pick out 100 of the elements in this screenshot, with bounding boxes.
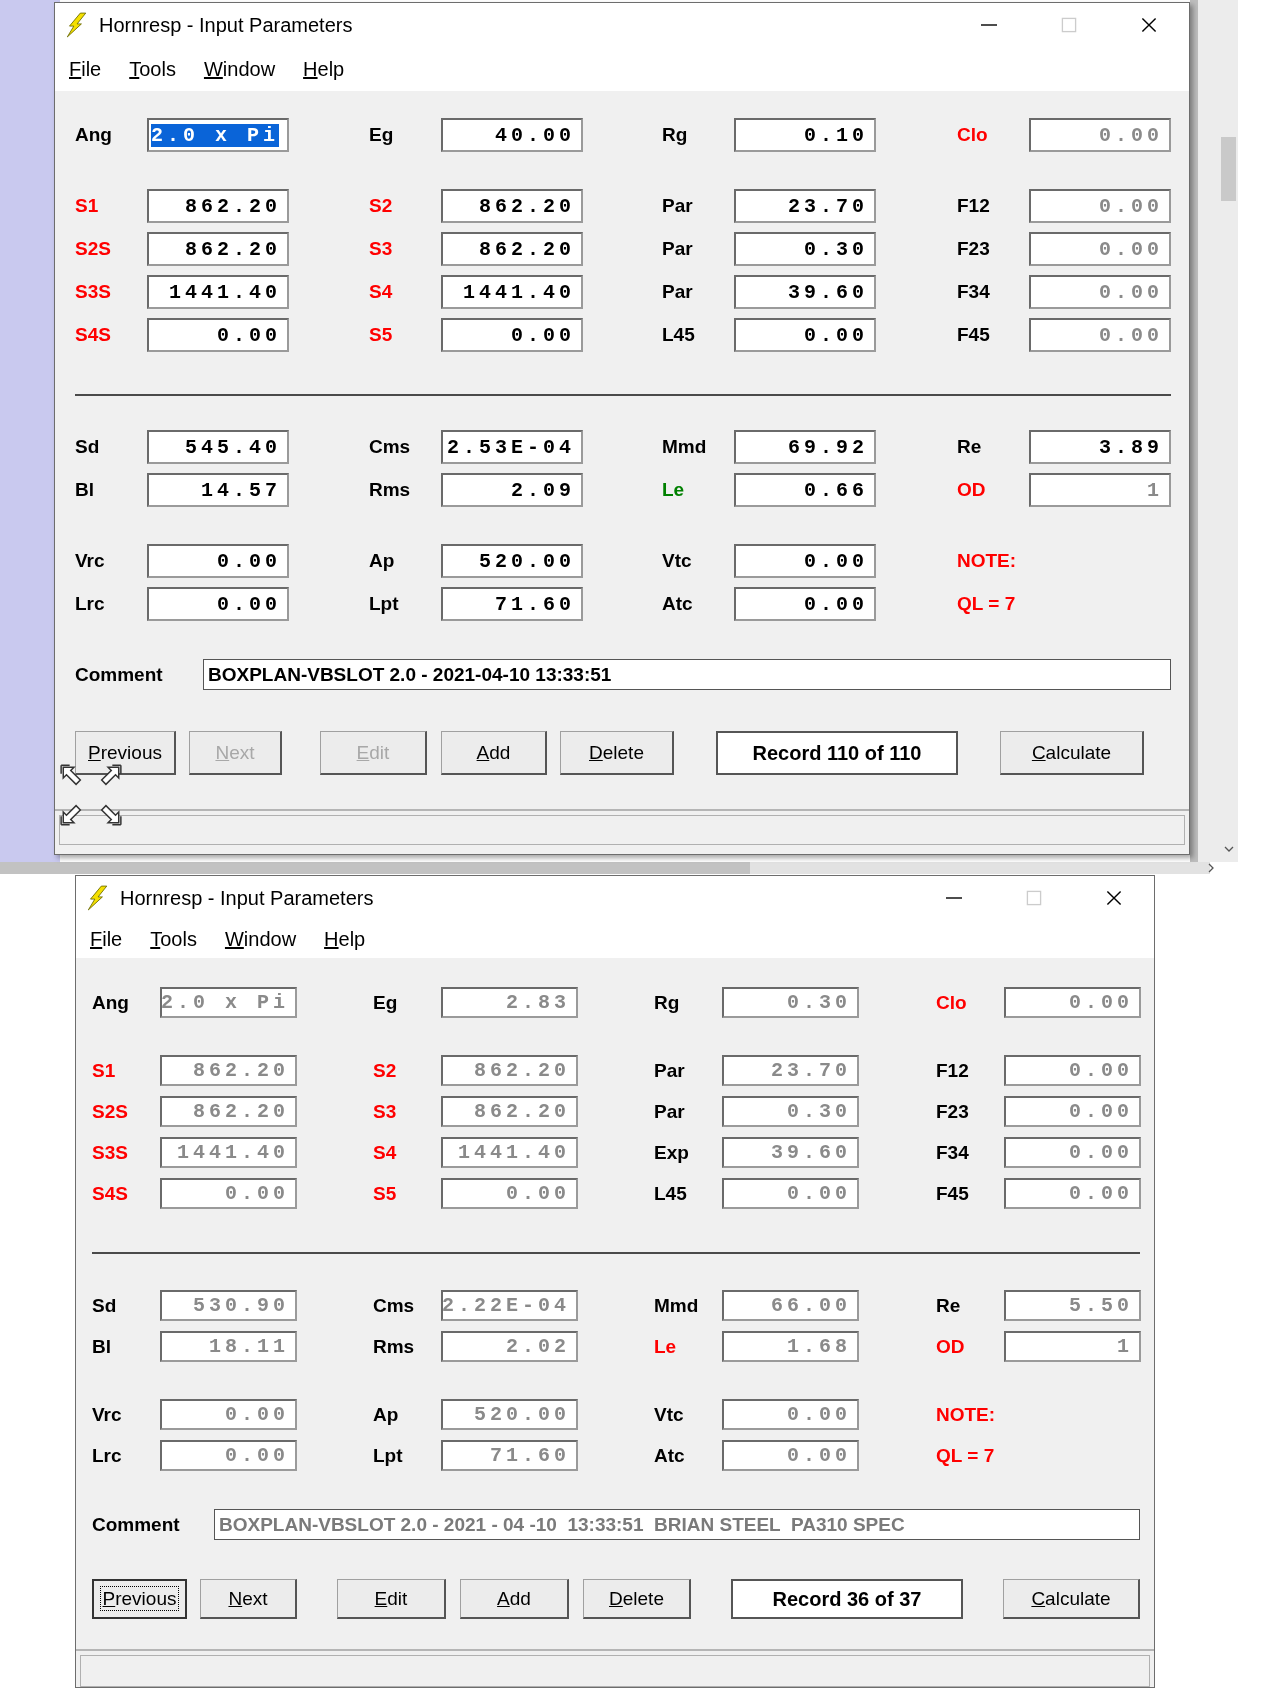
field-label: Comment	[92, 1513, 181, 1536]
input-field[interactable]: 0.30	[734, 232, 876, 266]
field-label: F23	[957, 238, 991, 260]
field-label: Le	[662, 479, 686, 501]
input-field[interactable]: 0.66	[734, 473, 876, 507]
input-field[interactable]: 0.00	[734, 318, 876, 352]
field-label: Mmd	[662, 436, 708, 458]
field-label: Ang	[75, 124, 113, 146]
lightning-bolt-icon	[86, 885, 108, 911]
input-field[interactable]: 0.00	[147, 587, 289, 621]
menu-item[interactable]: File	[67, 57, 104, 81]
scroll-down-icon[interactable]	[1224, 846, 1234, 852]
input-field[interactable]: 862.20	[147, 232, 289, 266]
input-field[interactable]: 862.20	[441, 189, 583, 223]
scrollbar-thumb[interactable]	[0, 862, 750, 874]
input-field[interactable]: 520.00	[441, 544, 583, 578]
note-text: NOTE:	[957, 550, 1017, 572]
button[interactable]: Previous	[92, 1579, 187, 1619]
window-title: Hornresp - Input Parameters	[99, 13, 353, 37]
menu-item[interactable]: Window	[222, 927, 299, 951]
menu-item[interactable]: Tools	[127, 57, 178, 81]
field-label: F12	[936, 1059, 970, 1082]
scroll-right-icon[interactable]	[1208, 863, 1214, 873]
button[interactable]: Calculate	[1003, 1579, 1140, 1619]
input-field[interactable]: 39.60	[734, 275, 876, 309]
field-label: Exp	[654, 1141, 690, 1164]
field-label: F34	[936, 1141, 970, 1164]
input-field[interactable]: 40.00	[441, 118, 583, 152]
menu-item[interactable]: Help	[301, 57, 347, 81]
field-label: Lpt	[373, 1444, 404, 1467]
button[interactable]: Delete	[583, 1579, 691, 1619]
field-label: Mmd	[654, 1294, 700, 1317]
button[interactable]: Delete	[560, 731, 674, 775]
input-field[interactable]: 0.00	[734, 544, 876, 578]
field-label: S3	[369, 238, 394, 260]
field-label: Atc	[662, 593, 694, 615]
button[interactable]: Calculate	[1000, 731, 1144, 775]
field-label: Le	[654, 1335, 678, 1358]
field-label: S3S	[75, 281, 112, 303]
field-label: Rms	[369, 479, 412, 501]
field-label: F45	[936, 1182, 970, 1205]
field-label: Rg	[662, 124, 689, 146]
record-counter: Record 36 of 37	[731, 1579, 963, 1619]
scrollbar-thumb[interactable]	[1221, 137, 1236, 201]
menu-item[interactable]: Tools	[148, 927, 199, 951]
input-field[interactable]: 0.00	[734, 587, 876, 621]
input-field[interactable]: 2.09	[441, 473, 583, 507]
minimize-icon	[945, 897, 963, 899]
button[interactable]: Next	[200, 1579, 297, 1619]
input-field[interactable]: 23.70	[734, 189, 876, 223]
field-label: Cms	[373, 1294, 416, 1317]
input-field[interactable]: 1441.40	[147, 275, 289, 309]
input-field[interactable]: 3.89	[1029, 430, 1171, 464]
field-label: Bl	[75, 479, 95, 501]
field-label: Rms	[373, 1335, 416, 1358]
field-label: Comment	[75, 663, 164, 686]
note-text: NOTE:	[936, 1403, 996, 1426]
input-field[interactable]: 545.40	[147, 430, 289, 464]
field-label: Re	[936, 1294, 962, 1317]
input-field[interactable]: 862.20	[441, 232, 583, 266]
field-label: Atc	[654, 1444, 686, 1467]
input-field[interactable]: 14.57	[147, 473, 289, 507]
menu-item[interactable]: File	[88, 927, 125, 951]
comment-field[interactable]: BOXPLAN-VBSLOT 2.0 - 2021-04-10 13:33:51	[203, 659, 1171, 690]
input-field[interactable]: 0.00	[441, 318, 583, 352]
field-label: Eg	[369, 124, 395, 146]
field-label: L45	[662, 324, 696, 346]
input-field[interactable]: 71.60	[441, 587, 583, 621]
input-field[interactable]: 2.53E-04	[441, 430, 583, 464]
field-label: Cms	[369, 436, 412, 458]
input-field[interactable]: 0.00	[147, 544, 289, 578]
field-label: Par	[654, 1059, 686, 1082]
input-field[interactable]: 0.10	[734, 118, 876, 152]
field-label: Rg	[654, 991, 681, 1014]
field-label: Clo	[957, 124, 989, 146]
menu-item[interactable]: Window	[201, 57, 278, 81]
button[interactable]: Add	[441, 731, 547, 775]
button[interactable]: Edit	[337, 1579, 446, 1619]
field-label: Lrc	[75, 593, 106, 615]
field-label: OD	[957, 479, 987, 501]
field-label: S3S	[92, 1141, 129, 1164]
input-field[interactable]: 1441.40	[441, 275, 583, 309]
button[interactable]: Previous	[75, 731, 176, 775]
field-label: Ap	[373, 1403, 400, 1426]
field-label: S2S	[75, 238, 112, 260]
input-field[interactable]: 862.20	[147, 189, 289, 223]
field-label: Vrc	[75, 550, 106, 572]
field-label: Vtc	[654, 1403, 685, 1426]
field-label: Par	[662, 238, 694, 260]
field-label: S1	[75, 195, 100, 217]
window-title: Hornresp - Input Parameters	[120, 886, 374, 910]
button[interactable]: Add	[460, 1579, 569, 1619]
field-label: S5	[369, 324, 394, 346]
field-label: Sd	[92, 1294, 118, 1317]
input-field[interactable]: 0.00	[147, 318, 289, 352]
horizontal-scrollbar[interactable]	[0, 862, 1210, 874]
menu-item[interactable]: Help	[322, 927, 368, 951]
field-label: Bl	[92, 1335, 112, 1358]
input-field[interactable]: 2.0 x Pi	[147, 118, 289, 152]
input-field[interactable]: 69.92	[734, 430, 876, 464]
